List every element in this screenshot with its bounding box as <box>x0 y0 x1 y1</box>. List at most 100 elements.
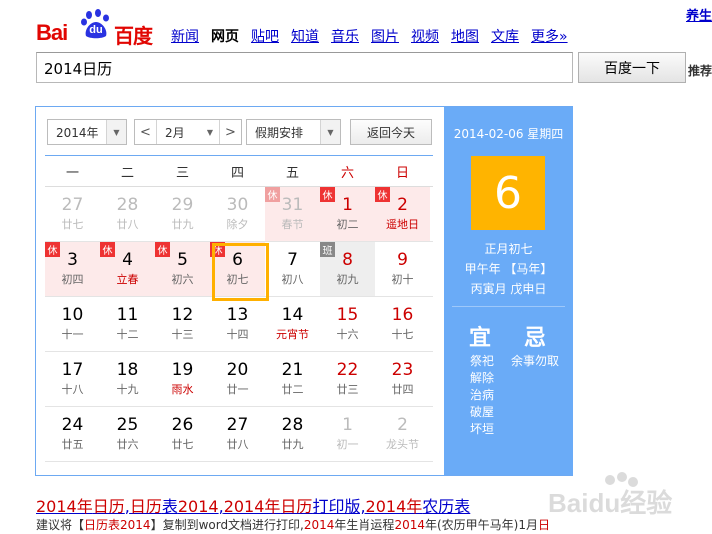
lunar-label: 初四 <box>61 273 84 286</box>
lunar-label: 十一 <box>61 328 84 341</box>
calendar-day[interactable]: 休 3 初四 <box>45 242 100 296</box>
text-segment: 农历表 <box>422 497 471 516</box>
nav-item[interactable]: 知道 <box>291 26 319 46</box>
weekday-label: 一 <box>65 165 79 181</box>
month-select-value: 2月 <box>165 125 185 140</box>
day-number: 17 <box>61 360 84 380</box>
calendar-day[interactable]: 12 十三 <box>155 297 210 351</box>
calendar-day[interactable]: 27 廿八 <box>210 407 265 461</box>
prev-month-button[interactable]: < <box>135 120 157 144</box>
chevron-down-icon: ▼ <box>206 128 213 137</box>
day-number: 5 <box>177 250 188 270</box>
top-right-link[interactable]: 养生 <box>686 5 712 24</box>
lunar-label: 除夕 <box>226 218 249 231</box>
calendar-day[interactable]: 7 初八 <box>265 242 320 296</box>
calendar-day[interactable]: 27 廿七 <box>45 187 100 241</box>
day-number: 26 <box>171 415 194 435</box>
year-select[interactable]: 2014年 ▼ <box>47 119 127 145</box>
calendar-day[interactable]: 18 十九 <box>100 352 155 406</box>
calendar-day[interactable]: 21 廿二 <box>265 352 320 406</box>
calendar-day[interactable]: 23 廿四 <box>375 352 430 406</box>
calendar-day[interactable]: 13 十四 <box>210 297 265 351</box>
text-segment: 打印版, <box>312 497 366 516</box>
day-number: 14 <box>281 305 304 325</box>
calendar-day[interactable]: 24 廿五 <box>45 407 100 461</box>
calendar-day-selected[interactable]: 休 6 初七 <box>210 242 269 301</box>
nav-item[interactable]: 地图 <box>451 26 479 46</box>
calendar-day[interactable]: 19 雨水 <box>155 352 210 406</box>
nav-item[interactable]: 音乐 <box>331 26 359 46</box>
calendar-day[interactable]: 9 初十 <box>375 242 430 296</box>
calendar-day[interactable]: 28 廿九 <box>265 407 320 461</box>
nav-item[interactable]: 新闻 <box>171 26 199 46</box>
lunar-label: 立春 <box>116 273 139 286</box>
lunar-label: 初九 <box>336 273 359 286</box>
calendar-day[interactable]: 11 十二 <box>100 297 155 351</box>
calendar-widget: 2014年 ▼ < 2月 ▼ > 假期安排 ▼ 返回今天 一二三四五六日 27 廿… <box>35 106 573 476</box>
ji-list: 余事勿取 <box>511 353 571 370</box>
yi-title: 宜 <box>469 326 492 351</box>
calendar-day[interactable]: 25 廿六 <box>100 407 155 461</box>
calendar-day[interactable]: 休 5 初六 <box>155 242 210 296</box>
calendar-day[interactable]: 10 十一 <box>45 297 100 351</box>
search-input[interactable]: 2014日历 <box>36 52 573 83</box>
calendar-day[interactable]: 30 除夕 <box>210 187 265 241</box>
holiday-select-value: 假期安排 <box>255 125 304 140</box>
nav-item[interactable]: 网页 <box>211 26 239 46</box>
nav-item[interactable]: 文库 <box>491 26 519 46</box>
calendar-day[interactable]: 28 廿八 <box>100 187 155 241</box>
month-select[interactable]: 2月 ▼ <box>157 120 219 144</box>
lunar-label: 十八 <box>61 383 84 396</box>
calendar-day[interactable]: 15 十六 <box>320 297 375 351</box>
next-month-button[interactable]: > <box>219 120 241 144</box>
text-segment: 】复制到word文档进行打印, <box>150 518 304 532</box>
weekday-label: 六 <box>340 165 354 181</box>
highlight-text: 2014 <box>394 518 425 532</box>
calendar-day[interactable]: 班 8 初九 <box>320 242 375 296</box>
calendar-day[interactable]: 1 初一 <box>320 407 375 461</box>
day-detail-panel: 2014-02-06 星期四 6 正月初七 甲午年 【马年】 丙寅月 戊申日 宜… <box>444 107 573 475</box>
yi-item: 坏垣 <box>470 422 495 436</box>
month-picker: < 2月 ▼ > <box>134 119 242 145</box>
day-number: 12 <box>171 305 194 325</box>
calendar-day[interactable]: 休 2 遥地日 <box>375 187 430 241</box>
search-button[interactable]: 百度一下 <box>578 52 686 83</box>
nav-item[interactable]: 图片 <box>371 26 399 46</box>
calendar-day[interactable]: 26 廿七 <box>155 407 210 461</box>
lunar-label: 廿三 <box>336 383 359 396</box>
calendar-day[interactable]: 17 十八 <box>45 352 100 406</box>
calendar-day[interactable]: 休 31 春节 <box>265 187 320 241</box>
back-to-today-button[interactable]: 返回今天 <box>350 119 432 145</box>
week-row: 10 十一 11 十二 12 十三 13 十四 14 元宵节 15 十六 16 十七 <box>45 297 433 352</box>
result-title-link[interactable]: 2014年日历,日历表2014,2014年日历打印版,2014年农历表 <box>36 493 470 517</box>
calendar-day[interactable]: 16 十七 <box>375 297 430 351</box>
calendar-day[interactable]: 休 4 立春 <box>100 242 155 296</box>
month-day-ganzhi: 丙寅月 戊申日 <box>470 282 547 296</box>
year-select-value: 2014年 <box>56 125 99 140</box>
lunar-label: 廿八 <box>116 218 139 231</box>
yi-item: 破屋 <box>470 405 495 419</box>
calendar-day[interactable]: 20 廿一 <box>210 352 265 406</box>
day-number: 31 <box>281 195 304 215</box>
calendar-day[interactable]: 14 元宵节 <box>265 297 320 351</box>
day-number: 27 <box>226 415 249 435</box>
lunar-label: 十三 <box>171 328 194 341</box>
chevron-down-icon: ▼ <box>106 120 126 144</box>
nav-item[interactable]: 视频 <box>411 26 439 46</box>
weekday-label: 三 <box>175 165 189 181</box>
calendar-day[interactable]: 29 廿九 <box>155 187 210 241</box>
holiday-select[interactable]: 假期安排 ▼ <box>246 119 341 145</box>
nav-item[interactable]: 更多» <box>531 26 568 46</box>
selected-date: 2014-02-06 星期四 <box>453 127 564 141</box>
baidu-logo[interactable]: Bai du 百度 <box>36 6 156 48</box>
week-row: 17 十八 18 十九 19 雨水 20 廿一 21 廿二 22 廿三 23 廿四 <box>45 352 433 407</box>
nav-item[interactable]: 贴吧 <box>251 26 279 46</box>
text-segment: 年生肖运程 <box>334 518 395 532</box>
calendar-day[interactable]: 休 1 初二 <box>320 187 375 241</box>
calendar-day[interactable]: 2 龙头节 <box>375 407 430 461</box>
lunar-label: 初十 <box>391 273 414 286</box>
lunar-date: 正月初七 <box>484 242 533 256</box>
top-nav: 新闻 网页 贴吧 知道 音乐 图片 视频 地图 文库 更多» <box>171 26 580 46</box>
lunar-label: 十七 <box>391 328 414 341</box>
calendar-day[interactable]: 22 廿三 <box>320 352 375 406</box>
